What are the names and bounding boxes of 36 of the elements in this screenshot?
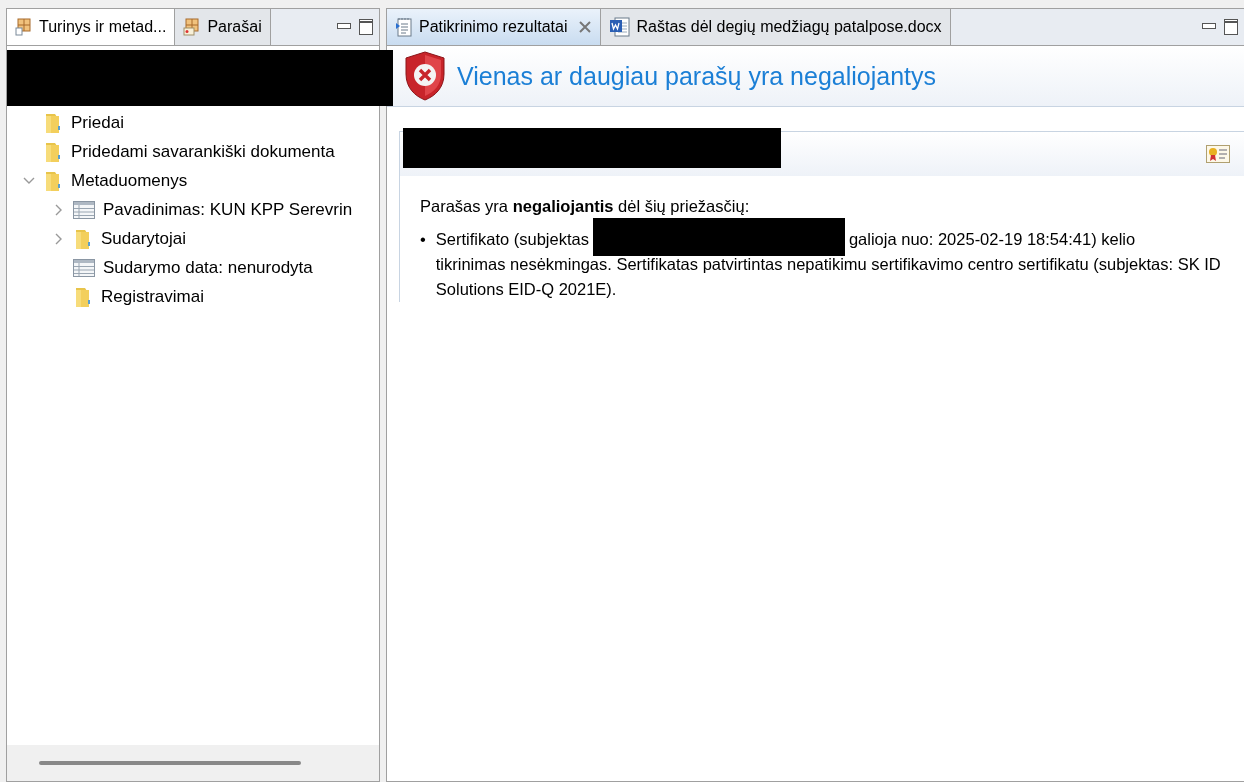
minimize-icon[interactable] — [1202, 23, 1216, 31]
reason-text: galioja nuo: 2025-02-19 18:54:41) kelio — [848, 229, 1136, 250]
tree-item[interactable]: Registravimai — [101, 286, 204, 307]
editor-tab[interactable]: Patikrinimo rezultatai — [387, 9, 601, 45]
close-icon[interactable] — [577, 20, 592, 34]
folder-icon — [73, 227, 93, 250]
error-shield-icon — [403, 50, 447, 102]
folder-icon — [43, 169, 63, 192]
maximize-icon[interactable] — [359, 19, 373, 35]
reason-text: Sertifikato (subjektas — [435, 229, 589, 250]
table-icon — [73, 258, 95, 277]
panel-tab[interactable]: Parašai — [175, 9, 271, 45]
panel-tab[interactable]: Turinys ir metad... — [7, 9, 176, 45]
tree-item[interactable]: Pridedami savarankiški dokumenta — [71, 141, 335, 162]
structure-icon — [15, 18, 33, 36]
maximize-icon[interactable] — [1224, 19, 1238, 35]
tree-item[interactable]: Sudarymo data: nenurodyta — [103, 257, 313, 278]
scrollbar-thumb[interactable] — [39, 761, 301, 765]
tree-item[interactable]: Pavadinimas: KUN KPP Serevrin — [103, 199, 353, 220]
tree-item[interactable]: Priedai — [71, 112, 124, 133]
document-icon — [608, 17, 631, 37]
bullet-marker: • — [420, 229, 426, 250]
folder-icon — [43, 111, 63, 134]
tree-item[interactable]: Sudarytojai — [101, 228, 187, 249]
table-icon — [73, 200, 95, 219]
editor-tab[interactable]: Raštas dėl degių medžiagų patalpose.docx — [600, 9, 951, 45]
folder-icon — [43, 140, 63, 163]
minimize-icon[interactable] — [337, 23, 351, 31]
tree-item[interactable]: Metaduomenys — [71, 170, 188, 191]
summary-text: Parašas yra negaliojantis dėl šių priežasčių: — [420, 196, 751, 217]
signature-icon — [183, 18, 202, 36]
folder-icon — [73, 285, 93, 308]
report-icon — [395, 17, 413, 37]
result-title: Vienas ar daugiau parašų yra negaliojantys — [457, 61, 937, 91]
certificate-icon[interactable] — [1206, 145, 1230, 163]
reason-text: tikrinimas nesėkmingas. Sertifikatas patvirtintas nepatikimu sertifikavimo centro sertifikatu (subjektas: SK ID Solutions EID-Q 2021E). — [435, 254, 1222, 300]
